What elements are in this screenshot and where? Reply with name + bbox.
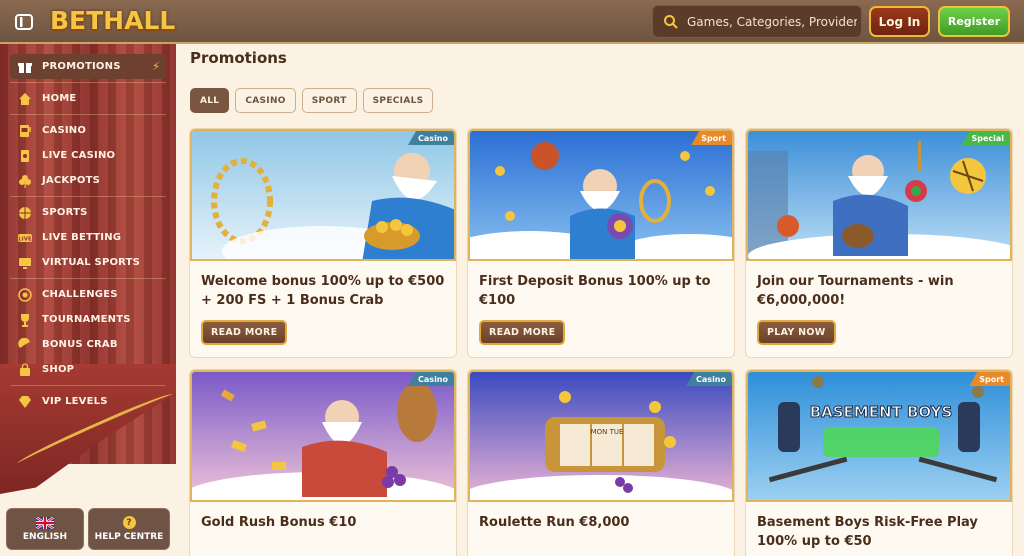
promotion-filters: ALL CASINO SPORT SPECIALS (190, 88, 434, 113)
sidebar-item-label: CASINO (42, 125, 87, 136)
promo-card[interactable]: Casino Gold Rush Bonus €10 (189, 369, 457, 556)
promo-card[interactable]: Sport First Deposit Bonus 100% up to €10… (467, 128, 735, 358)
promo-banner-image: Casino (190, 129, 456, 261)
promo-card[interactable]: MON TUE Casino Roulette Run €8,000 (467, 369, 735, 556)
sidebar-item-home[interactable]: HOME (10, 86, 166, 111)
live-icon: LIVE (18, 233, 32, 242)
home-icon (19, 92, 31, 105)
promo-title: First Deposit Bonus 100% up to €100 (479, 274, 711, 308)
search-box[interactable] (652, 5, 862, 38)
help-centre-button[interactable]: ? HELP CENTRE (88, 508, 170, 550)
sidebar-item-tournaments[interactable]: TOURNAMENTS (10, 307, 166, 332)
sidebar-item-vip-levels[interactable]: VIP LEVELS (10, 389, 166, 414)
sidebar-item-label: SPORTS (42, 207, 88, 218)
basement-boys-logo-text: BASEMENT BOYS (810, 403, 953, 421)
sidebar-item-label: CHALLENGES (42, 289, 118, 300)
top-header: BETHALL Log In Register (0, 0, 1024, 44)
promo-banner-image: Casino (190, 370, 456, 502)
main-content: Promotions ALL CASINO SPORT SPECIALS Cas… (176, 46, 1024, 556)
promo-banner-image: Special (746, 129, 1012, 261)
register-button[interactable]: Register (938, 6, 1010, 37)
clover-icon (19, 174, 31, 188)
bethall-logo[interactable]: BETHALL (50, 6, 175, 35)
sidebar-item-label: VIP LEVELS (42, 396, 108, 407)
sidebar-item-label: VIRTUAL SPORTS (42, 257, 141, 268)
promo-title: Gold Rush Bonus €10 (201, 515, 357, 530)
sidebar-item-label: TOURNAMENTS (42, 314, 131, 325)
read-more-button[interactable]: READ MORE (479, 320, 566, 345)
help-label: HELP CENTRE (94, 532, 164, 542)
sidebar-item-challenges[interactable]: CHALLENGES (10, 282, 166, 307)
sidebar-item-label: LIVE CASINO (42, 150, 116, 161)
card-icon (21, 149, 29, 162)
page-title: Promotions (190, 49, 287, 67)
search-input[interactable] (687, 14, 857, 29)
divider (10, 385, 166, 386)
sidebar-item-label: JACKPOTS (42, 175, 101, 186)
divider (10, 278, 166, 279)
sidebar-item-label: HOME (42, 93, 77, 104)
sidebar-item-promotions[interactable]: PROMOTIONS ⚡ (10, 54, 166, 79)
sidebar-item-live-betting[interactable]: LIVE LIVE BETTING (10, 225, 166, 250)
category-tag: Casino (408, 131, 454, 145)
uk-flag-icon (36, 516, 54, 529)
promo-card[interactable]: Special Join our Tournaments - win €6,00… (745, 128, 1013, 358)
sparkle-icon: ⚡ (152, 60, 160, 73)
target-icon (18, 287, 32, 302)
sidebar-item-label: BONUS CRAB (42, 339, 118, 350)
login-button[interactable]: Log In (869, 6, 930, 37)
search-icon (664, 14, 678, 29)
promo-title: Roulette Run €8,000 (479, 515, 630, 530)
filter-casino[interactable]: CASINO (235, 88, 296, 113)
sidebar-item-label: LIVE BETTING (42, 232, 122, 243)
promo-banner-image: Sport (468, 129, 734, 261)
sidebar-item-label: PROMOTIONS (42, 61, 121, 72)
category-tag: Casino (408, 372, 454, 386)
language-label: ENGLISH (22, 531, 68, 542)
divider (10, 196, 166, 197)
divider (10, 82, 166, 83)
sidebar-toggle-icon[interactable] (14, 12, 34, 32)
promo-banner-image: BASEMENT BOYS Sport (746, 370, 1012, 502)
crab-icon (18, 337, 30, 348)
slot-machine-icon (20, 124, 31, 137)
sidebar-item-shop[interactable]: SHOP (10, 357, 166, 382)
monitor-icon (19, 257, 31, 269)
sidebar-item-label: SHOP (42, 364, 75, 375)
promo-title: Basement Boys Risk-Free Play 100% up to … (757, 515, 978, 549)
filter-sport[interactable]: SPORT (301, 88, 357, 113)
basketball-icon (19, 206, 31, 219)
play-now-button[interactable]: PLAY NOW (757, 320, 836, 345)
svg-text:LIVE: LIVE (18, 236, 32, 242)
category-tag: Casino (686, 372, 732, 386)
promo-card[interactable]: Casino Welcome bonus 100% up to €500 + 2… (189, 128, 457, 358)
promo-title: Welcome bonus 100% up to €500 + 200 FS +… (201, 274, 445, 308)
promo-title: Join our Tournaments - win €6,000,000! (757, 274, 954, 308)
promo-banner-image: MON TUE Casino (468, 370, 734, 502)
read-more-button[interactable]: READ MORE (201, 320, 288, 345)
filter-all[interactable]: ALL (190, 88, 230, 113)
sidebar-item-sports[interactable]: SPORTS (10, 200, 166, 225)
trophy-icon (21, 313, 29, 327)
filter-specials[interactable]: SPECIALS (362, 88, 434, 113)
sidebar-item-live-casino[interactable]: LIVE CASINO (10, 143, 166, 168)
sidebar: PROMOTIONS ⚡ HOME CASINO LIVE CASINO JAC… (0, 44, 176, 556)
sidebar-item-jackpots[interactable]: JACKPOTS (10, 168, 166, 193)
gift-icon (18, 62, 32, 73)
sidebar-nav: PROMOTIONS ⚡ HOME CASINO LIVE CASINO JAC… (0, 44, 176, 414)
category-tag: Special (961, 131, 1010, 145)
bag-icon (20, 362, 30, 376)
promo-card[interactable]: BASEMENT BOYS Sport Basement Boys Risk-F… (745, 369, 1013, 556)
sidebar-item-casino[interactable]: CASINO (10, 118, 166, 143)
language-selector[interactable]: ENGLISH (6, 508, 84, 550)
sidebar-item-virtual-sports[interactable]: VIRTUAL SPORTS (10, 250, 166, 275)
sidebar-item-bonus-crab[interactable]: BONUS CRAB (10, 332, 166, 357)
slot-reel-text: MON TUE (591, 428, 624, 436)
divider (10, 114, 166, 115)
diamond-icon (19, 395, 31, 408)
question-icon: ? (122, 516, 136, 529)
